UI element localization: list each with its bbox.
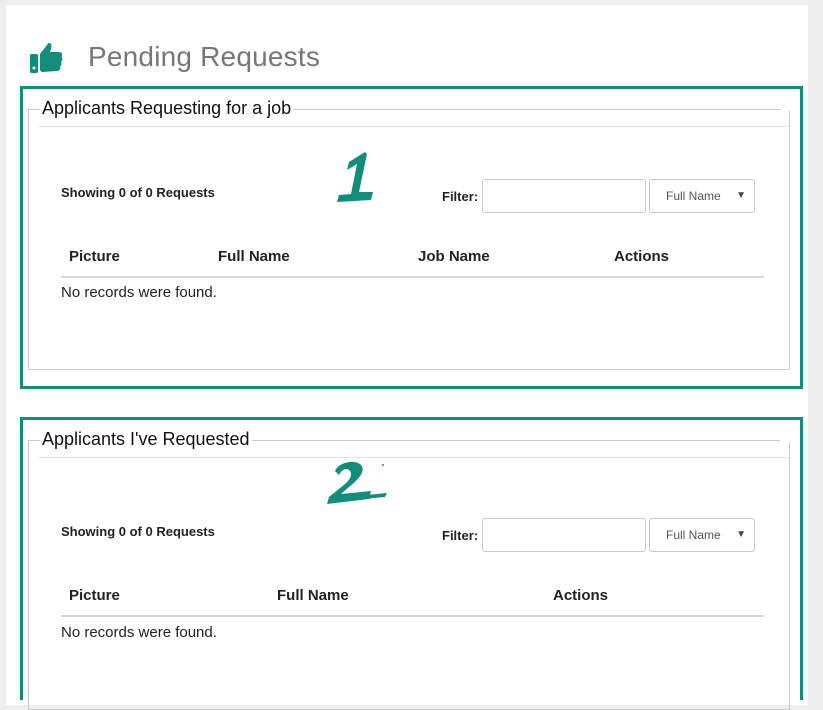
column-header-actions[interactable]: Actions xyxy=(553,587,608,604)
legend-divider xyxy=(39,126,789,127)
table-header-divider xyxy=(61,615,764,617)
column-header-picture[interactable]: Picture xyxy=(69,248,120,265)
caret-down-icon: ▼ xyxy=(736,529,746,540)
thumbs-up-icon xyxy=(30,42,63,73)
column-header-full-name[interactable]: Full Name xyxy=(277,587,349,604)
panel-applicants-requesting-job: Applicants Requesting for a job 1 Showin… xyxy=(20,86,803,389)
filter-field-select[interactable]: Full Name ▼ xyxy=(649,179,755,213)
fieldset-applicants-requested: Applicants I've Requested 2 Showing 0 of… xyxy=(28,429,790,710)
page-title: Pending Requests xyxy=(88,41,321,72)
filter-field-select[interactable]: Full Name ▼ xyxy=(649,518,755,552)
table-header-divider xyxy=(61,276,764,278)
filter-input[interactable] xyxy=(482,179,646,213)
page-header: Pending Requests xyxy=(28,35,320,79)
caret-down-icon: ▼ xyxy=(736,190,746,201)
column-header-full-name[interactable]: Full Name xyxy=(218,248,290,265)
svg-text:1: 1 xyxy=(329,150,330,151)
column-header-job-name[interactable]: Job Name xyxy=(418,248,490,265)
empty-table-message: No records were found. xyxy=(61,284,217,301)
showing-count: Showing 0 of 0 Requests xyxy=(61,524,215,539)
empty-table-message: No records were found. xyxy=(61,624,217,641)
column-header-actions[interactable]: Actions xyxy=(614,248,669,265)
select-value: Full Name xyxy=(666,528,721,542)
fieldset-applicants-requesting-job: Applicants Requesting for a job 1 Showin… xyxy=(28,98,790,370)
panel-applicants-requested: Applicants I've Requested 2 Showing 0 of… xyxy=(20,417,803,710)
column-header-picture[interactable]: Picture xyxy=(69,587,120,604)
showing-count: Showing 0 of 0 Requests xyxy=(61,185,215,200)
legend-divider xyxy=(39,457,789,458)
select-value: Full Name xyxy=(666,189,721,203)
filter-label: Filter: xyxy=(442,189,479,204)
svg-text:2: 2 xyxy=(321,459,322,460)
panel-legend: Applicants I've Requested xyxy=(40,429,252,450)
panel-legend: Applicants Requesting for a job xyxy=(40,98,294,119)
annotation-number-2: 2 xyxy=(321,459,387,504)
filter-label: Filter: xyxy=(442,528,479,543)
annotation-number-1: 1 xyxy=(329,150,373,202)
filter-input[interactable] xyxy=(482,518,646,552)
